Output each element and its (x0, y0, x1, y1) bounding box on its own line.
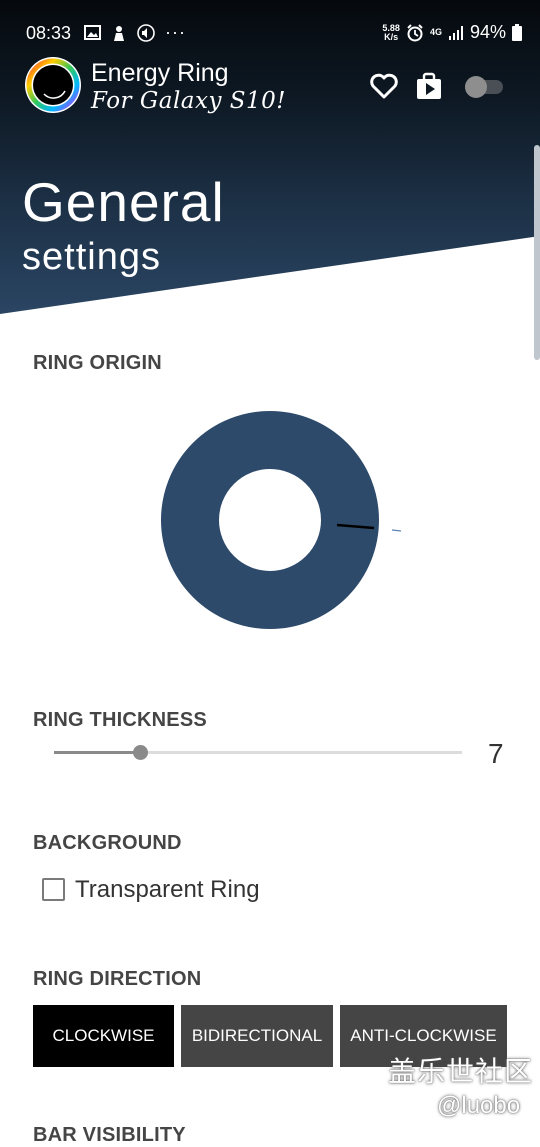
scrollbar[interactable] (534, 145, 540, 360)
ring-direction-title: RING DIRECTION (33, 968, 202, 990)
app-subtitle: For Galaxy S10! (91, 88, 287, 114)
net-speed: 5.88 K/s (382, 22, 400, 42)
clockwise-button[interactable]: CLOCKWISE (33, 1005, 174, 1067)
ring-origin-title: RING ORIGIN (33, 352, 162, 374)
ring-thickness-title: RING THICKNESS (33, 709, 207, 731)
status-right: 5.88 K/s 4G 94% (382, 22, 522, 43)
alarm-icon (407, 23, 423, 41)
battery-level: 94% (469, 22, 506, 42)
watermark-text: 盖乐世社区 (388, 1056, 534, 1087)
battery-icon (512, 24, 522, 41)
more-notifications-icon: ··· (165, 22, 186, 42)
ring-thickness-value: 7 (488, 738, 504, 769)
favorite-heart-icon[interactable] (369, 71, 399, 101)
status-time: 08:33 (26, 23, 72, 43)
watermark-handle: @luobo (437, 1092, 521, 1119)
transparent-ring-label[interactable]: Transparent Ring (75, 876, 260, 904)
gallery-icon (84, 25, 101, 40)
notification-icons: ··· (84, 22, 186, 43)
app-title: Energy Ring (91, 59, 229, 87)
ring-thickness-slider[interactable] (54, 745, 462, 760)
transparent-ring-checkbox[interactable] (42, 878, 65, 901)
slider-thumb[interactable] (132, 745, 148, 760)
status-bar: 08:33 ··· 5.88 K/s 4G 94% (0, 0, 540, 64)
network-type: 4G (429, 27, 442, 37)
bar-visibility-title: BAR VISIBILITY (33, 1124, 186, 1146)
bidirectional-button[interactable]: BIDIRECTIONAL (181, 1005, 333, 1067)
play-store-icon[interactable] (414, 71, 444, 101)
energy-ring-logo (25, 57, 81, 113)
app-notification-icon (114, 25, 124, 41)
ring-origin-picker[interactable] (160, 410, 410, 630)
sound-icon (137, 23, 155, 42)
toggle-switch[interactable] (461, 71, 505, 101)
page-subtitle: settings (22, 236, 161, 278)
app-header: Energy Ring For Galaxy S10! (24, 56, 524, 116)
background-title: BACKGROUND (33, 832, 182, 854)
slider-fill (54, 751, 140, 754)
origin-marker-tick (391, 529, 402, 532)
signal-icon (448, 25, 463, 40)
page-title: General (22, 171, 225, 233)
